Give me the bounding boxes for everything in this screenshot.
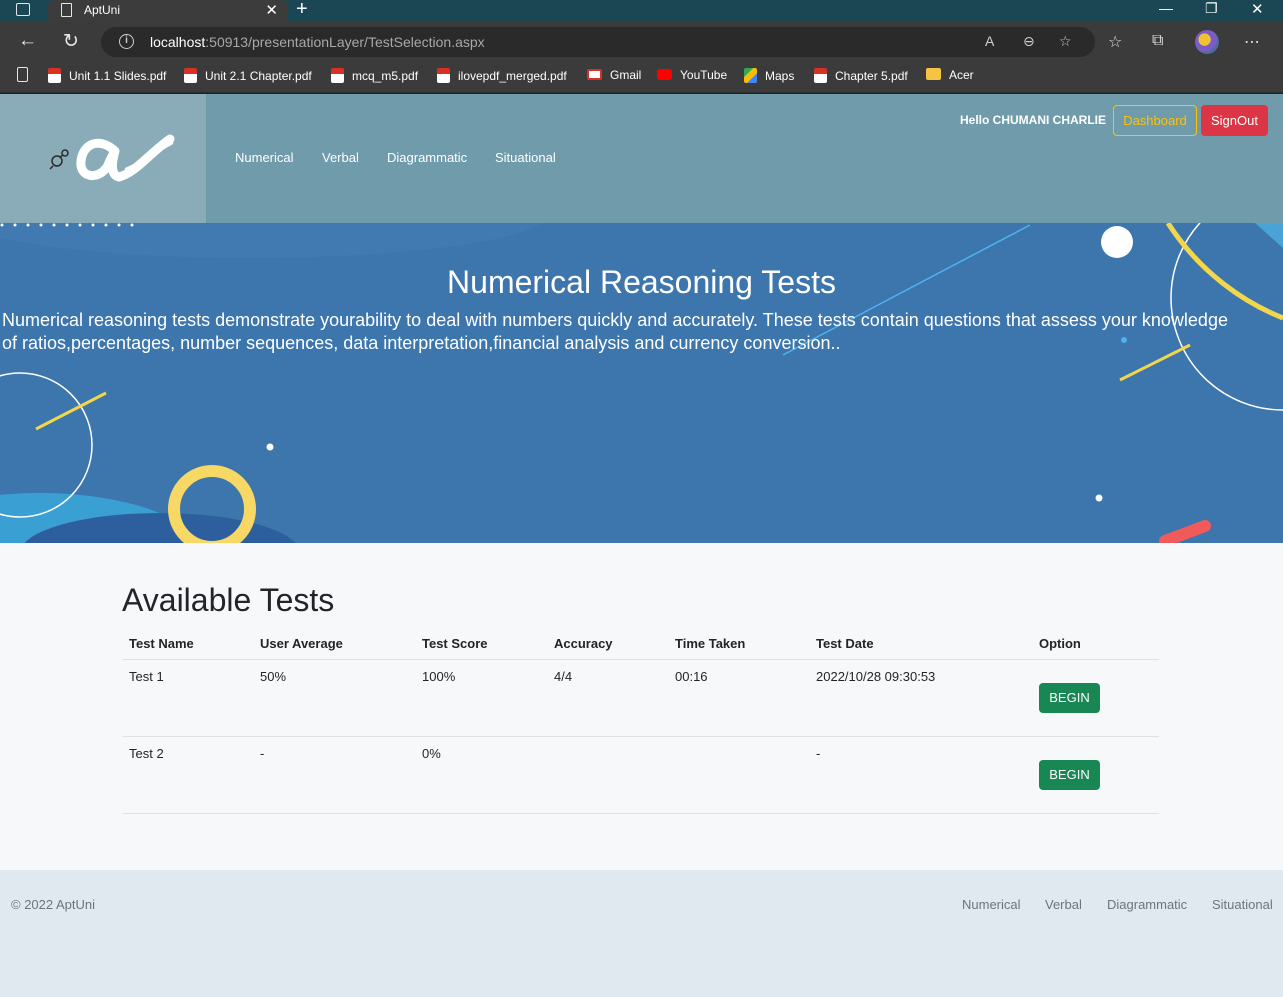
begin-test-button[interactable]: BEGIN — [1039, 759, 1100, 790]
site-info-icon[interactable]: i — [119, 34, 134, 49]
hero-banner: Numerical Reasoning Tests Numerical reas… — [0, 223, 1283, 543]
user-average: 50% — [254, 659, 416, 737]
read-aloud-icon[interactable]: A — [985, 33, 994, 49]
dashboard-button[interactable]: Dashboard — [1113, 105, 1197, 136]
copyright-text: © 2022 AptUni — [11, 897, 96, 912]
back-icon[interactable]: ← — [18, 30, 37, 52]
column-header: Test Name — [123, 629, 254, 660]
pdf-icon — [48, 68, 61, 83]
minimize-icon[interactable]: — — [1159, 0, 1173, 16]
tests-table: Test Name User Average Test Score Accura… — [123, 629, 1159, 814]
table-row: Test 2 - 0% - BEGIN — [123, 736, 1159, 814]
column-header: Test Score — [416, 629, 548, 660]
web-page: Numerical Verbal Diagrammatic Situationa… — [0, 94, 1283, 997]
add-favorite-icon[interactable]: ☆ — [1059, 33, 1072, 50]
pdf-icon — [437, 68, 450, 83]
hero-title: Numerical Reasoning Tests — [447, 264, 836, 300]
tab-title: AptUni — [84, 3, 121, 17]
tests-section: Available Tests Test Name User Average T… — [0, 543, 1283, 870]
pdf-icon — [814, 68, 827, 83]
nav-verbal[interactable]: Verbal — [322, 150, 359, 165]
signout-button[interactable]: SignOut — [1201, 105, 1268, 136]
bookmark-doc-icon[interactable] — [17, 67, 36, 82]
logo[interactable] — [0, 94, 206, 223]
page-icon — [61, 3, 72, 17]
column-header: Option — [1033, 629, 1159, 660]
footer-link-numerical[interactable]: Numerical — [962, 897, 1021, 912]
test-date: - — [810, 736, 1033, 814]
address-bar: ← ↻ i localhost:50913/presentationLayer/… — [0, 22, 1283, 62]
aptuni-logo-icon — [49, 134, 175, 182]
youtube-icon — [657, 69, 672, 80]
test-date: 2022/10/28 09:30:53 — [810, 659, 1033, 737]
pdf-icon — [331, 68, 344, 83]
site-footer: © 2022 AptUni Numerical Verbal Diagramma… — [0, 870, 1283, 997]
option-cell: BEGIN — [1033, 736, 1159, 814]
option-cell: BEGIN — [1033, 659, 1159, 737]
close-tab-icon[interactable]: ✕ — [265, 1, 278, 19]
url-text: localhost:50913/presentationLayer/TestSe… — [150, 34, 485, 50]
favorites-icon[interactable]: ☆ — [1108, 32, 1122, 52]
time-taken: 00:16 — [669, 659, 810, 737]
user-greeting: Hello CHUMANI CHARLIE — [960, 113, 1106, 127]
test-score: 100% — [416, 659, 548, 737]
profile-avatar[interactable] — [1195, 30, 1219, 54]
nav-situational[interactable]: Situational — [495, 150, 556, 165]
tab-actions-icon[interactable] — [16, 3, 30, 16]
accuracy — [548, 736, 669, 814]
bookmark-item[interactable]: Gmail — [587, 68, 641, 82]
table-header-row: Test Name User Average Test Score Accura… — [123, 629, 1159, 660]
browser-title-bar: AptUni ✕ + — ❐ ✕ — [0, 0, 1283, 22]
close-window-icon[interactable]: ✕ — [1251, 0, 1264, 18]
bookmark-item[interactable]: Maps — [744, 68, 794, 83]
browser-tab[interactable]: AptUni ✕ — [48, 0, 288, 22]
bookmark-item[interactable]: ilovepdf_merged.pdf — [437, 68, 567, 83]
column-header: Test Date — [810, 629, 1033, 660]
pdf-icon — [184, 68, 197, 83]
bookmark-item[interactable]: Unit 2.1 Chapter.pdf — [184, 68, 312, 83]
maps-icon — [744, 68, 757, 83]
nav-diagrammatic[interactable]: Diagrammatic — [387, 150, 467, 165]
hero-description: Numerical reasoning tests demonstrate yo… — [2, 310, 1228, 353]
accuracy: 4/4 — [548, 659, 669, 737]
begin-test-button[interactable]: BEGIN — [1039, 682, 1100, 713]
bookmark-item[interactable]: Acer — [926, 68, 974, 82]
bookmark-item[interactable]: Chapter 5.pdf — [814, 68, 908, 83]
restore-icon[interactable]: ❐ — [1205, 0, 1218, 17]
url-field[interactable]: i localhost:50913/presentationLayer/Test… — [101, 27, 1095, 57]
user-average: - — [254, 736, 416, 814]
available-tests-heading: Available Tests — [122, 582, 335, 618]
footer-link-verbal[interactable]: Verbal — [1045, 897, 1082, 912]
time-taken — [669, 736, 810, 814]
test-name: Test 2 — [123, 736, 254, 814]
nav-numerical[interactable]: Numerical — [235, 150, 294, 165]
test-name: Test 1 — [123, 659, 254, 737]
collections-icon[interactable]: ⧉ — [1152, 32, 1163, 50]
refresh-icon[interactable]: ↻ — [63, 30, 79, 53]
more-menu-icon[interactable]: ⋯ — [1244, 32, 1260, 52]
column-header: Time Taken — [669, 629, 810, 660]
column-header: Accuracy — [548, 629, 669, 660]
column-header: User Average — [254, 629, 416, 660]
bookmarks-bar: Unit 1.1 Slides.pdf Unit 2.1 Chapter.pdf… — [0, 62, 1283, 93]
bookmark-item[interactable]: mcq_m5.pdf — [331, 68, 418, 83]
new-tab-icon[interactable]: + — [296, 0, 308, 21]
test-score: 0% — [416, 736, 548, 814]
table-row: Test 1 50% 100% 4/4 00:16 2022/10/28 09:… — [123, 659, 1159, 737]
gmail-icon — [587, 69, 602, 80]
footer-link-situational[interactable]: Situational — [1212, 897, 1273, 912]
footer-link-diagrammatic[interactable]: Diagrammatic — [1107, 897, 1187, 912]
site-header: Numerical Verbal Diagrammatic Situationa… — [0, 94, 1283, 223]
zoom-out-icon[interactable]: ⊖ — [1023, 33, 1035, 50]
folder-icon — [926, 68, 941, 80]
bookmark-item[interactable]: YouTube — [657, 68, 727, 82]
bookmark-item[interactable]: Unit 1.1 Slides.pdf — [48, 68, 166, 83]
